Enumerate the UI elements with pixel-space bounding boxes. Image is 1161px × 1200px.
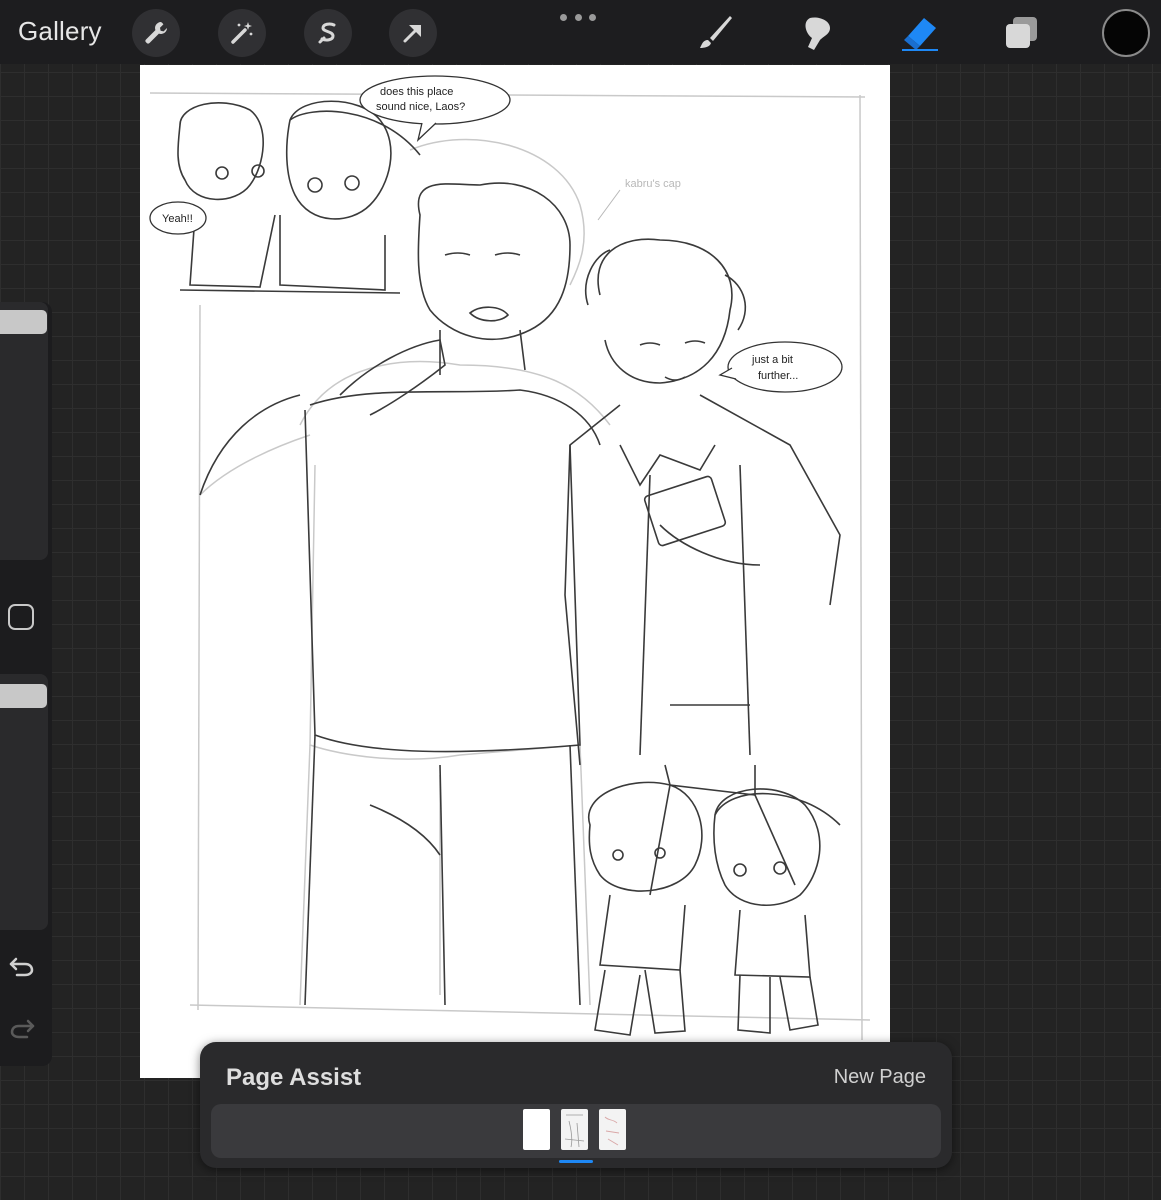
- page-thumbnail-preview: [604, 1116, 620, 1146]
- opacity-slider[interactable]: [0, 674, 48, 930]
- bubble-top-line-2: sound nice, Laos?: [376, 101, 465, 113]
- sidebar: [0, 302, 52, 1066]
- wrench-icon: [145, 22, 167, 44]
- selection-button[interactable]: [304, 9, 352, 57]
- transform-arrow-icon: [403, 25, 421, 43]
- top-toolbar: Gallery: [0, 0, 1161, 64]
- sketch-note: kabru's cap: [625, 178, 681, 190]
- more-dots-icon[interactable]: [560, 10, 596, 24]
- smudge-icon: [805, 17, 830, 50]
- page-thumbnail-selected[interactable]: [561, 1109, 588, 1150]
- undo-icon[interactable]: [7, 950, 37, 980]
- page-thumbnail-preview: [564, 1114, 585, 1148]
- bubble-right-line-1: just a bit: [751, 354, 793, 366]
- brush-tool-button[interactable]: [692, 10, 738, 56]
- eraser-tool-button[interactable]: [896, 10, 942, 56]
- sketch-artwork: does this place sound nice, Laos? Yeah!!…: [149, 75, 871, 1041]
- brush-size-slider[interactable]: [0, 302, 48, 560]
- page-thumbnail-strip: [211, 1104, 941, 1163]
- selection-icon: [318, 22, 336, 44]
- page-thumbnail[interactable]: [523, 1109, 550, 1150]
- bubble-right-line-2: further...: [758, 370, 798, 382]
- transform-button[interactable]: [389, 9, 437, 57]
- drawing-canvas[interactable]: does this place sound nice, Laos? Yeah!!…: [140, 65, 890, 1078]
- square-modify-icon[interactable]: [8, 604, 34, 630]
- new-page-button[interactable]: New Page: [834, 1066, 926, 1089]
- eraser-icon: [902, 18, 938, 51]
- bubble-top-line-1: does this place: [380, 86, 453, 98]
- selected-page-indicator: [559, 1160, 593, 1163]
- adjustments-button[interactable]: [218, 9, 266, 57]
- brush-size-thumb[interactable]: [0, 310, 47, 334]
- page-thumbnail[interactable]: [599, 1109, 626, 1150]
- opacity-thumb[interactable]: [0, 684, 47, 708]
- actions-button[interactable]: [132, 9, 180, 57]
- color-picker-button[interactable]: [1102, 9, 1150, 57]
- page-assist-panel: Page Assist New Page: [200, 1042, 952, 1168]
- layers-button[interactable]: [998, 10, 1044, 56]
- brush-icon: [700, 16, 732, 48]
- page-assist-title: Page Assist: [226, 1064, 362, 1091]
- smudge-tool-button[interactable]: [794, 10, 840, 56]
- layers-icon: [1006, 17, 1037, 48]
- magic-wand-icon: [231, 22, 253, 44]
- bubble-left-line-1: Yeah!!: [162, 213, 193, 225]
- gallery-button[interactable]: Gallery: [18, 16, 102, 47]
- redo-icon[interactable]: [7, 1012, 37, 1042]
